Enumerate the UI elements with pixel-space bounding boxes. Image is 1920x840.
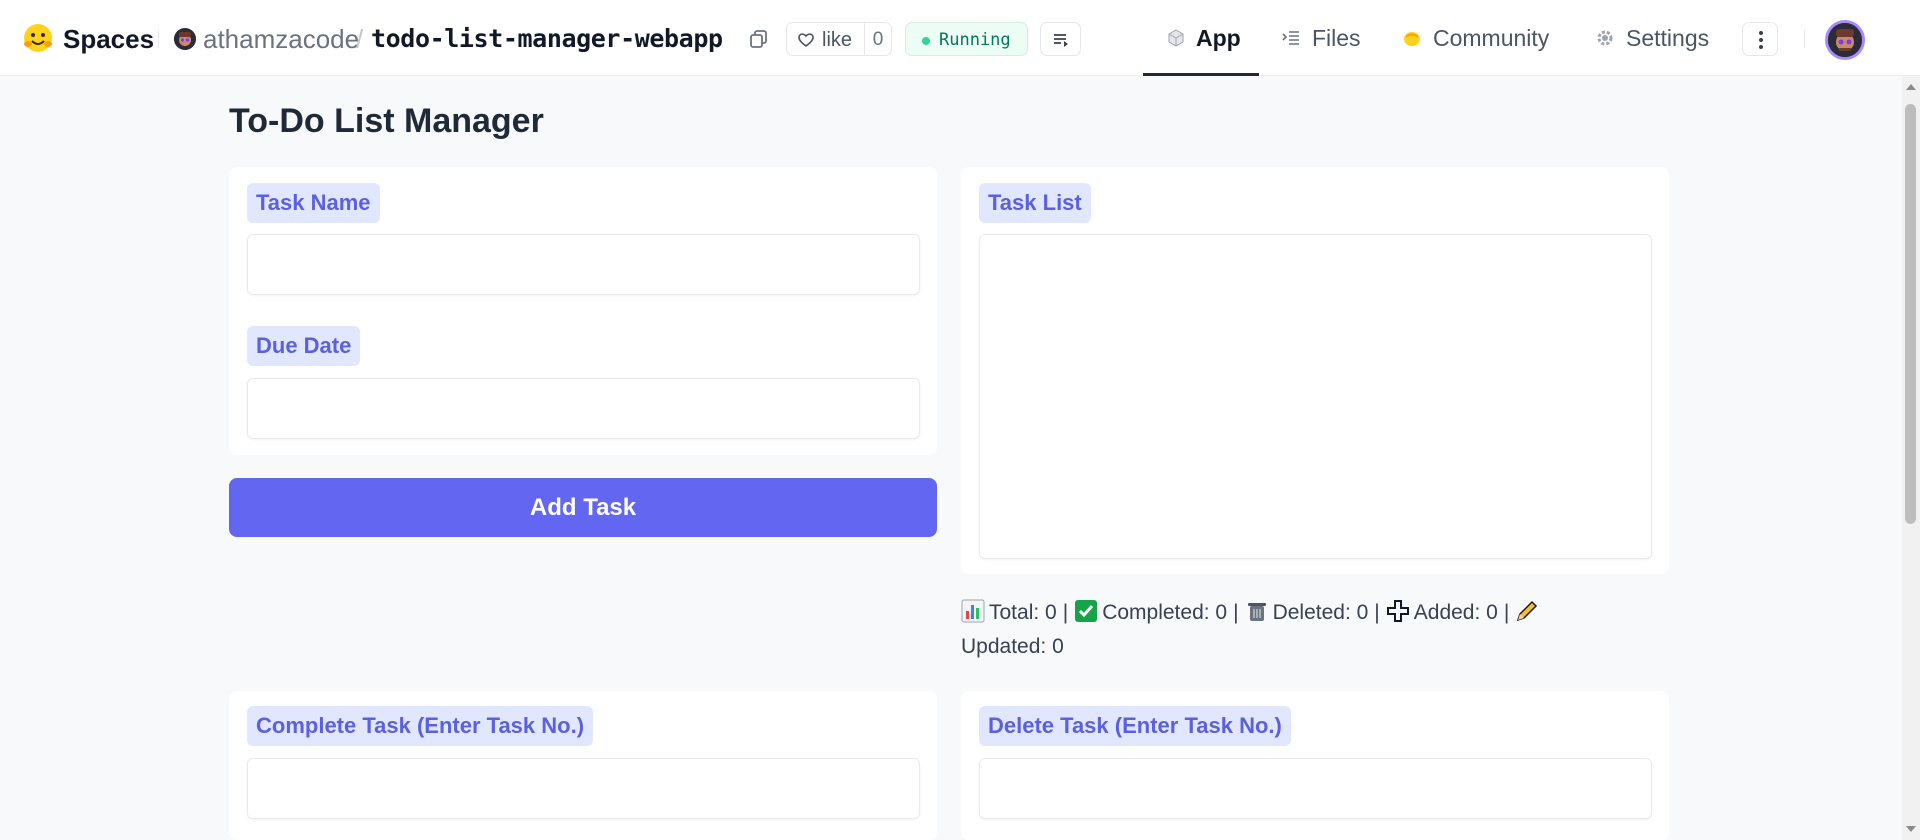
task-list-label: Task List xyxy=(979,183,1091,223)
scrollbar-thumb[interactable] xyxy=(1905,104,1916,524)
stat-total: Total: 0 xyxy=(989,601,1057,624)
tab-community[interactable]: Community xyxy=(1402,20,1562,56)
complete-task-input[interactable] xyxy=(247,758,920,819)
hugging-face-logo-icon[interactable] xyxy=(22,22,54,54)
due-date-input[interactable] xyxy=(247,378,920,439)
heart-icon xyxy=(798,33,814,47)
pencil-icon xyxy=(1517,600,1538,622)
tab-settings[interactable]: Settings xyxy=(1595,20,1725,56)
stat-completed: Completed: 0 xyxy=(1102,601,1228,624)
like-count[interactable]: 0 xyxy=(864,29,892,51)
spaces-link[interactable]: Spaces xyxy=(63,24,154,54)
repo-name[interactable]: todo-list-manager-webapp xyxy=(371,24,723,54)
copy-icon[interactable] xyxy=(748,28,770,50)
stat-separator: | xyxy=(1062,601,1069,624)
task-name-input[interactable] xyxy=(247,234,920,295)
divider xyxy=(1804,30,1805,48)
tab-files[interactable]: Files xyxy=(1281,20,1391,56)
check-mark-icon xyxy=(1075,600,1098,622)
task-input-panel: Task Name Due Date xyxy=(229,167,937,455)
trash-icon xyxy=(1247,603,1266,621)
divider xyxy=(158,30,159,48)
plus-icon xyxy=(1386,600,1409,622)
bar-chart-icon xyxy=(961,599,985,623)
stat-updated: Updated: 0 xyxy=(961,635,1064,658)
task-stats: Total: 0 | Completed: 0 | Deleted: 0 | Adde… xyxy=(961,596,1641,664)
more-dot-icon xyxy=(1759,45,1763,49)
like-button[interactable]: like 0 xyxy=(786,22,892,56)
logs-icon xyxy=(1054,34,1068,47)
more-dot-icon xyxy=(1759,31,1763,35)
status-badge[interactable]: Running xyxy=(905,22,1028,56)
tab-label: Community xyxy=(1433,25,1550,51)
community-icon xyxy=(1404,32,1420,46)
status-label: Running xyxy=(939,30,1011,50)
complete-task-panel: Complete Task (Enter Task No.) xyxy=(229,691,937,840)
cube-icon xyxy=(1168,29,1184,47)
top-navbar: Spaces athamzacode / todo-list-manager-w… xyxy=(0,0,1920,76)
tab-app[interactable]: App xyxy=(1166,20,1276,56)
delete-task-panel: Delete Task (Enter Task No.) xyxy=(961,691,1669,840)
delete-task-label: Delete Task (Enter Task No.) xyxy=(979,706,1291,746)
scroll-up-arrow-icon[interactable] xyxy=(1906,84,1916,90)
more-options-button[interactable] xyxy=(1742,22,1778,56)
user-avatar[interactable] xyxy=(1825,20,1865,60)
tab-label: Files xyxy=(1312,25,1361,51)
owner-link[interactable]: athamzacode xyxy=(203,24,359,54)
page-title: To-Do List Manager xyxy=(229,102,544,140)
delete-task-input[interactable] xyxy=(979,758,1652,819)
status-dot-icon xyxy=(922,37,930,45)
stat-separator: | xyxy=(1233,601,1239,624)
complete-task-label: Complete Task (Enter Task No.) xyxy=(247,706,594,746)
add-task-button[interactable]: Add Task xyxy=(229,478,937,537)
stat-added: Added: 0 xyxy=(1413,601,1498,624)
files-icon xyxy=(1282,31,1299,45)
page-scrollbar[interactable] xyxy=(1902,76,1920,840)
logs-button[interactable] xyxy=(1040,22,1081,56)
like-label: like xyxy=(822,29,853,51)
scroll-down-arrow-icon[interactable] xyxy=(1906,826,1916,832)
path-separator: / xyxy=(356,24,364,54)
gear-icon xyxy=(1597,30,1613,46)
task-list-textarea[interactable] xyxy=(979,234,1652,559)
stat-separator: | xyxy=(1503,601,1510,624)
task-list-panel: Task List xyxy=(961,167,1669,574)
more-dot-icon xyxy=(1759,38,1763,42)
due-date-label: Due Date xyxy=(247,326,361,366)
stat-deleted: Deleted: 0 xyxy=(1272,601,1369,624)
active-tab-indicator xyxy=(1143,73,1259,76)
owner-avatar[interactable] xyxy=(174,28,196,50)
tab-label: Settings xyxy=(1626,25,1710,51)
stat-separator: | xyxy=(1374,601,1380,624)
task-name-label: Task Name xyxy=(247,183,380,223)
tab-label: App xyxy=(1196,25,1241,51)
